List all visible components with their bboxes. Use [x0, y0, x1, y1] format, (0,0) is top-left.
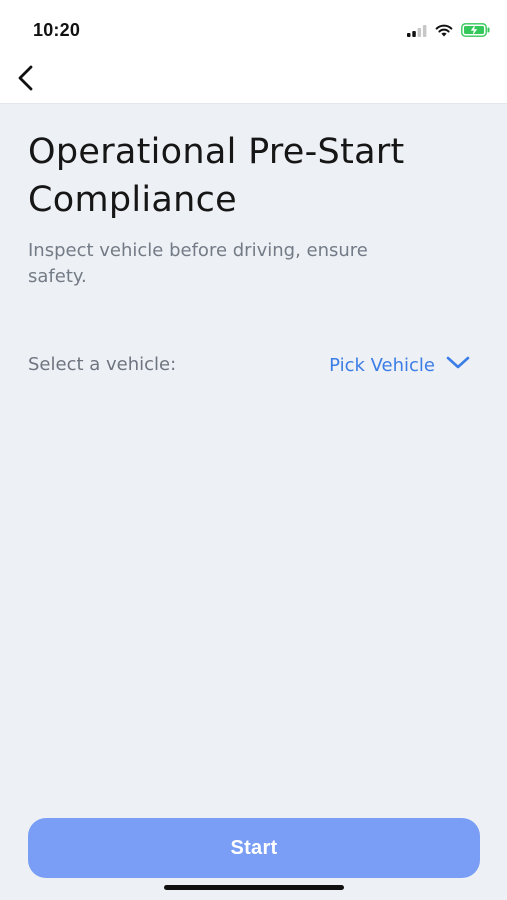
pick-vehicle-dropdown[interactable]: Pick Vehicle [329, 350, 471, 380]
chevron-down-icon [445, 355, 471, 375]
start-button[interactable]: Start [28, 818, 480, 878]
start-button-label: Start [230, 836, 278, 859]
wifi-icon [435, 22, 453, 41]
chevron-left-icon [15, 64, 37, 96]
battery-charging-icon [461, 22, 491, 41]
status-bar: 10:20 [0, 0, 507, 56]
page-subtitle: Inspect vehicle before driving, ensure s… [28, 240, 368, 287]
pick-vehicle-label: Pick Vehicle [329, 354, 435, 376]
status-icons [407, 22, 491, 41]
cellular-signal-icon [407, 22, 427, 41]
page-title: Operational Pre-Start Compliance [28, 132, 405, 220]
vehicle-select-label: Select a vehicle: [28, 354, 177, 375]
status-time: 10:20 [33, 20, 81, 40]
back-button[interactable] [8, 62, 44, 98]
home-indicator [164, 885, 344, 890]
navigation-bar [0, 56, 507, 104]
